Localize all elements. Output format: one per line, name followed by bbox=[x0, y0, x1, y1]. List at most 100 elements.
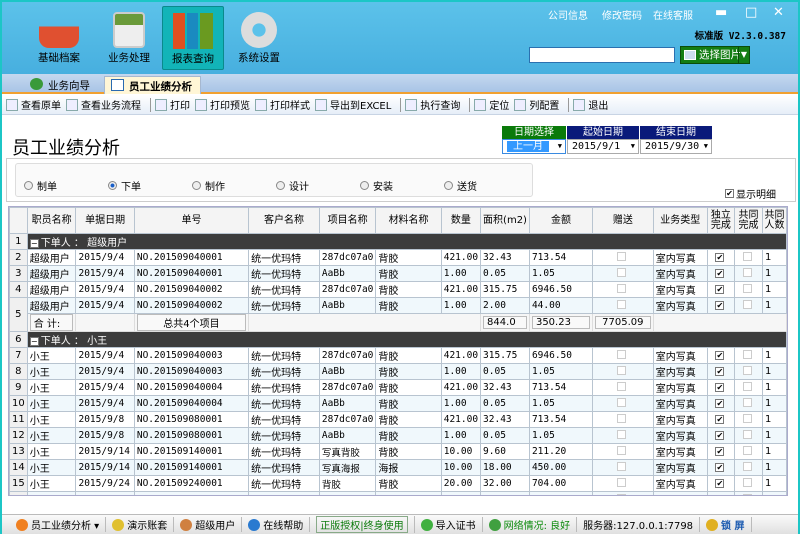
toolbar-excel-button[interactable]: 导出到EXCEL bbox=[315, 97, 391, 112]
chevron-down-icon[interactable]: ▼ bbox=[738, 47, 749, 63]
checkbox-icon[interactable] bbox=[617, 349, 627, 359]
radio-option[interactable]: 送货 bbox=[444, 178, 477, 193]
checkbox-icon[interactable] bbox=[617, 445, 627, 455]
checkbox-cell[interactable] bbox=[592, 265, 654, 282]
checkbox-icon[interactable] bbox=[743, 413, 753, 423]
checkbox-cell[interactable] bbox=[734, 491, 764, 495]
checkbox-cell[interactable]: ✔ bbox=[706, 459, 736, 476]
column-header[interactable]: 单据日期 bbox=[75, 207, 135, 234]
group-row[interactable]: 1− 下单人 ： 超级用户 bbox=[9, 233, 787, 250]
checkbox-cell[interactable] bbox=[592, 443, 654, 460]
checkbox-icon[interactable] bbox=[743, 299, 753, 309]
checkbox-icon[interactable] bbox=[617, 365, 627, 375]
checkbox-icon[interactable]: ✔ bbox=[715, 383, 725, 392]
checkbox-cell[interactable]: ✔ bbox=[706, 297, 736, 314]
toolbar-print-style-button[interactable]: 打印样式 bbox=[255, 97, 310, 112]
toolbar-document-button[interactable]: 查看原单 bbox=[6, 97, 61, 112]
checkbox-icon[interactable] bbox=[743, 251, 753, 261]
toolbar-print-preview-button[interactable]: 打印预览 bbox=[195, 97, 250, 112]
radio-option[interactable]: 下单 bbox=[108, 178, 141, 193]
collapse-icon[interactable]: − bbox=[29, 239, 39, 248]
checkbox-icon[interactable]: ✔ bbox=[715, 253, 725, 262]
change-password-link[interactable]: 修改密码 bbox=[602, 7, 642, 22]
checkbox-icon[interactable]: ✔ bbox=[715, 285, 725, 294]
checkbox-cell[interactable] bbox=[592, 491, 654, 495]
checkbox-cell[interactable]: ✔ bbox=[706, 411, 736, 428]
table-row[interactable]: 9 小王 2015/9/4 NO.201509040004 统一优玛特 287dc07a0… bbox=[9, 379, 787, 396]
checkbox-cell[interactable]: ✔ bbox=[706, 475, 736, 492]
table-row[interactable]: 4 超级用户 2015/9/4 NO.201509040002 统一优玛特 287dc07… bbox=[9, 281, 787, 298]
checkbox-cell[interactable] bbox=[734, 395, 764, 412]
checkbox-icon[interactable] bbox=[743, 445, 753, 455]
radio-icon[interactable] bbox=[108, 181, 117, 190]
checkbox-icon[interactable] bbox=[617, 397, 627, 407]
checkbox-cell[interactable] bbox=[734, 363, 764, 380]
checkbox-icon[interactable]: ✔ bbox=[715, 301, 725, 310]
status-item[interactable]: 网络情况: 良好 bbox=[483, 517, 578, 532]
table-row[interactable]: 8 小王 2015/9/4 NO.201509040003 统一优玛特 AaBb 背胶 1.0… bbox=[9, 363, 787, 380]
table-row[interactable]: 13 小王 2015/9/14 NO.201509140001 统一优玛特 写真背胶 背胶 1… bbox=[9, 443, 787, 460]
status-item[interactable]: 正版授权|终身使用 bbox=[310, 516, 415, 533]
table-row[interactable]: 14 小王 2015/9/14 NO.201509140001 统一优玛特 写真海报 海报 1… bbox=[9, 459, 787, 476]
column-header[interactable]: 数量 bbox=[440, 207, 482, 234]
checkbox-icon[interactable] bbox=[743, 267, 753, 277]
checkbox-icon[interactable] bbox=[617, 283, 627, 293]
checkbox-icon[interactable] bbox=[617, 251, 627, 261]
checkbox-cell[interactable]: ✔ bbox=[706, 491, 736, 496]
checkbox-cell[interactable]: ✔ bbox=[706, 347, 736, 364]
checkbox-icon[interactable] bbox=[617, 267, 627, 277]
module-gear[interactable]: 系统设置 bbox=[228, 6, 290, 70]
checkbox-cell[interactable]: ✔ bbox=[706, 379, 736, 396]
toolbar-flow-button[interactable]: 查看业务流程 bbox=[66, 97, 141, 112]
checkbox-icon[interactable] bbox=[617, 413, 627, 423]
status-item[interactable]: 演示账套 bbox=[106, 517, 175, 532]
checkbox-icon[interactable]: ✔ bbox=[715, 367, 725, 376]
checkbox-icon[interactable] bbox=[617, 429, 627, 439]
column-header[interactable]: 独立完成 bbox=[706, 207, 736, 234]
checkbox-icon[interactable] bbox=[617, 299, 627, 309]
checkbox-cell[interactable]: ✔ bbox=[706, 249, 736, 266]
checkbox-icon[interactable] bbox=[743, 493, 753, 495]
show-detail-checkbox[interactable]: ✔ 显示明细 bbox=[725, 186, 776, 201]
checkbox-icon[interactable] bbox=[743, 429, 753, 439]
date-range-value[interactable]: 上一月 bbox=[502, 139, 566, 154]
checkbox-icon[interactable] bbox=[743, 397, 753, 407]
search-input[interactable] bbox=[529, 47, 675, 63]
checkbox-cell[interactable] bbox=[734, 265, 764, 282]
radio-icon[interactable] bbox=[192, 181, 201, 190]
checkbox-cell[interactable] bbox=[592, 475, 654, 492]
checkbox-icon[interactable]: ✔ bbox=[715, 399, 725, 408]
column-header[interactable]: 共同完成 bbox=[734, 207, 764, 234]
toolbar-printer-button[interactable]: 打印 bbox=[155, 97, 190, 112]
radio-icon[interactable] bbox=[360, 181, 369, 190]
table-row[interactable]: 15 小王 2015/9/24 NO.201509240001 统一优玛特 背胶 背胶 20.… bbox=[9, 475, 787, 492]
checkbox-cell[interactable] bbox=[734, 249, 764, 266]
module-calculator[interactable]: 业务处理 bbox=[98, 6, 160, 70]
column-header[interactable]: 客户名称 bbox=[248, 207, 320, 234]
checkbox-cell[interactable] bbox=[734, 297, 764, 314]
table-row[interactable]: 12 小王 2015/9/8 NO.201509080001 统一优玛特 AaBb 背胶 1.… bbox=[9, 427, 787, 444]
checkbox-icon[interactable]: ✔ bbox=[715, 495, 724, 496]
checkbox-cell[interactable] bbox=[734, 443, 764, 460]
column-header[interactable]: 单号 bbox=[133, 207, 250, 234]
checkbox-cell[interactable]: ✔ bbox=[706, 281, 736, 298]
checkbox-cell[interactable] bbox=[592, 249, 654, 266]
table-row[interactable]: 3 超级用户 2015/9/4 NO.201509040001 统一优玛特 AaBb 背胶 1… bbox=[9, 265, 787, 282]
tab-business-guide[interactable]: 业务向导 bbox=[24, 76, 98, 94]
toolbar-locate-button[interactable]: 定位 bbox=[474, 97, 509, 112]
module-basket[interactable]: 基础档案 bbox=[28, 6, 90, 70]
checkbox-icon[interactable] bbox=[743, 381, 753, 391]
checkbox-icon[interactable]: ✔ bbox=[715, 447, 725, 456]
checkbox-cell[interactable] bbox=[592, 427, 654, 444]
column-header[interactable]: 赠送 bbox=[592, 207, 654, 234]
status-item[interactable]: 服务器:127.0.0.1:7798 bbox=[577, 517, 701, 532]
start-date-select[interactable]: 起始日期 2015/9/1 bbox=[567, 126, 639, 154]
table-row[interactable]: 11 小王 2015/9/8 NO.201509080001 统一优玛特 287dc07a… bbox=[9, 411, 787, 428]
table-row[interactable]: 16小王2015/9/24NO.201509240001统一优玛特背胶背胶20.… bbox=[9, 491, 787, 496]
checkbox-cell[interactable] bbox=[734, 459, 764, 476]
select-image-button[interactable]: 选择图片 ▼ bbox=[680, 46, 750, 64]
radio-option[interactable]: 设计 bbox=[276, 178, 309, 193]
checkbox-cell[interactable] bbox=[592, 281, 654, 298]
column-header[interactable]: 职员名称 bbox=[26, 207, 77, 234]
radio-icon[interactable] bbox=[24, 181, 33, 190]
